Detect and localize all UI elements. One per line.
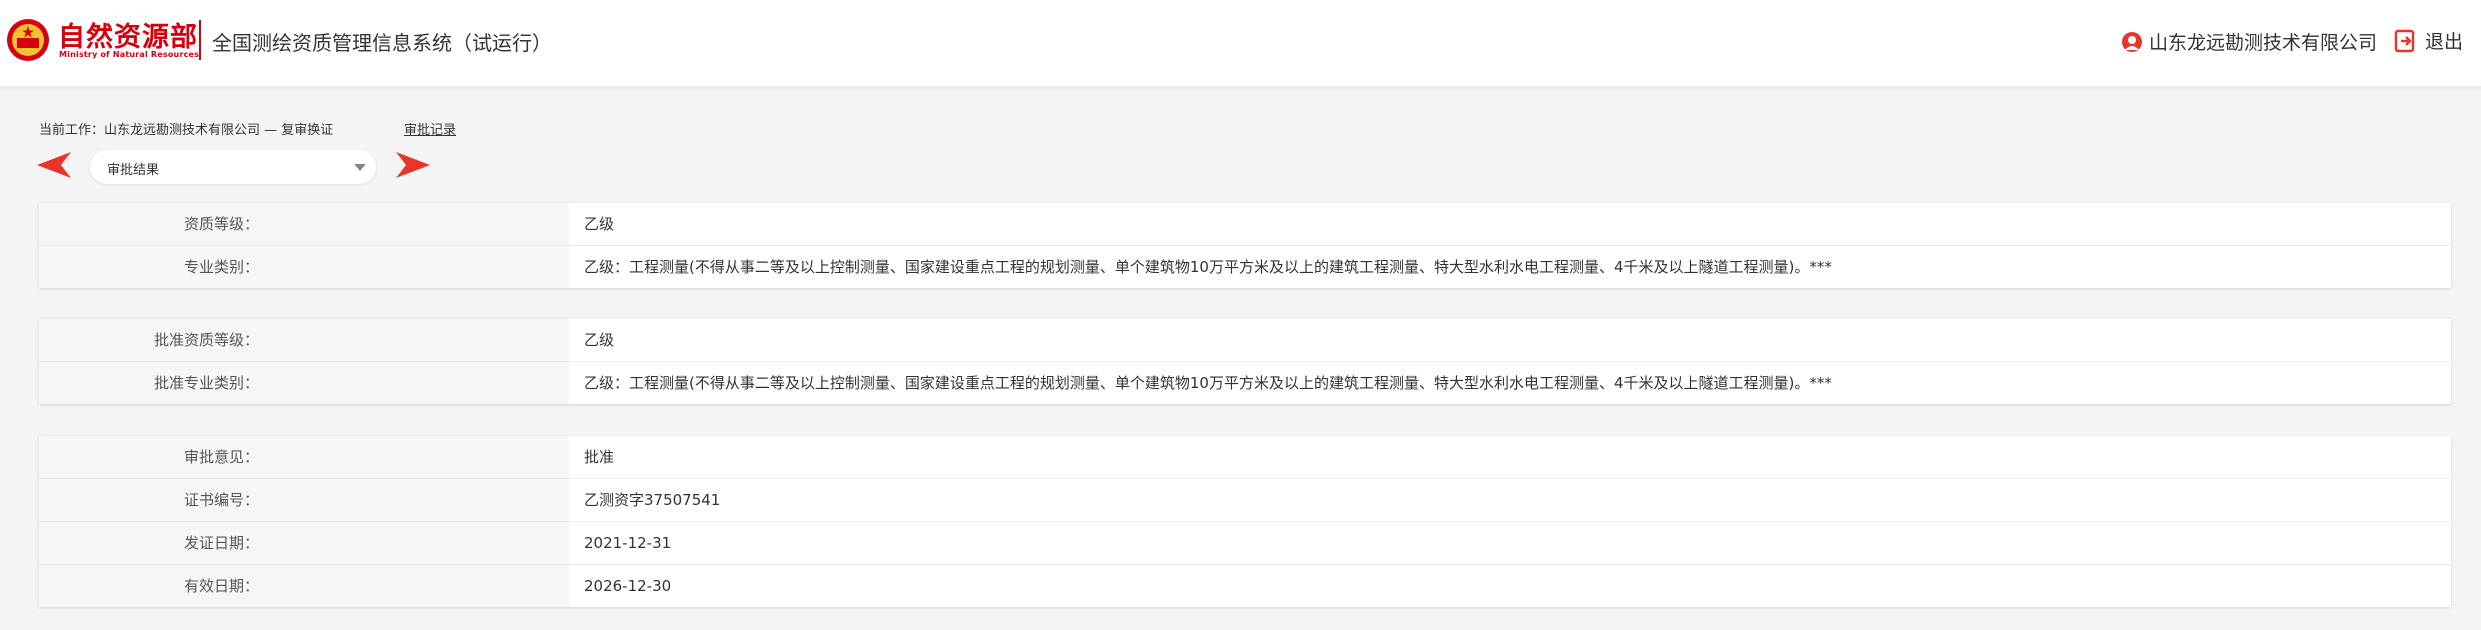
row-label: 专业类别： [183,258,259,276]
national-emblem-icon [7,19,49,61]
row-label: 批准专业类别： [153,374,259,392]
row-value: 乙级 [584,215,615,233]
row-value: 2026-12-30 [584,577,672,595]
top-header: 自然资源部 Ministry of Natural Resources 全国测绘… [0,0,2481,86]
table-row: 批准专业类别： 乙级：工程测量(不得从事二等及以上控制测量、国家建设重点工程的规… [39,362,2451,404]
row-label: 批准资质等级： [153,331,259,349]
logout-label: 退出 [2424,31,2463,53]
row-label: 有效日期： [183,577,259,595]
previous-arrow-icon[interactable] [37,152,73,178]
table-row: 证书编号： 乙测资字37507541 [39,479,2451,522]
brand-name: 自然资源部 [58,22,198,53]
approval-panel: 审批意见： 批准 证书编号： 乙测资字37507541 发证日期： 2021-1… [39,436,2451,607]
qualification-panel: 资质等级： 乙级 专业类别： 乙级：工程测量(不得从事二等及以上控制测量、国家建… [39,203,2451,288]
table-row: 资质等级： 乙级 [39,203,2451,246]
row-value: 乙级 [584,331,615,349]
table-row: 有效日期： 2026-12-30 [39,565,2451,607]
table-row: 审批意见： 批准 [39,436,2451,479]
brand-name-en: Ministry of Natural Resources [59,50,200,59]
row-label: 证书编号： [183,491,259,509]
company-name: 山东龙远勘测技术有限公司 [2148,32,2377,54]
row-value: 乙级：工程测量(不得从事二等及以上控制测量、国家建设重点工程的规划测量、单个建筑… [584,374,1832,392]
select-value: 审批结果 [107,163,160,178]
logout-icon [2394,29,2415,52]
brand-divider [199,20,201,60]
row-label: 资质等级： [183,215,259,233]
system-title: 全国测绘资质管理信息系统（试运行） [212,31,552,55]
row-label: 审批意见： [183,448,259,466]
row-value: 2021-12-31 [584,534,672,552]
table-row: 发证日期： 2021-12-31 [39,522,2451,565]
logout-button[interactable]: 退出 [2393,27,2463,54]
approval-record-link[interactable]: 审批记录 [404,119,456,138]
current-work: 当前工作：山东龙远勘测技术有限公司 — 复审换证 [39,123,334,138]
user-icon [2121,31,2142,52]
table-row: 专业类别： 乙级：工程测量(不得从事二等及以上控制测量、国家建设重点工程的规划测… [39,246,2451,288]
chevron-down-icon [354,164,366,171]
approved-qualification-panel: 批准资质等级： 乙级 批准专业类别： 乙级：工程测量(不得从事二等及以上控制测量… [39,319,2451,404]
row-value: 批准 [584,448,615,466]
row-value: 乙测资字37507541 [584,491,721,509]
result-select[interactable]: 审批结果 [90,150,376,184]
user-info[interactable]: 山东龙远勘测技术有限公司 [2121,28,2377,55]
table-row: 批准资质等级： 乙级 [39,319,2451,362]
row-label: 发证日期： [183,534,259,552]
next-arrow-icon[interactable] [394,152,430,178]
row-value: 乙级：工程测量(不得从事二等及以上控制测量、国家建设重点工程的规划测量、单个建筑… [584,258,1832,276]
